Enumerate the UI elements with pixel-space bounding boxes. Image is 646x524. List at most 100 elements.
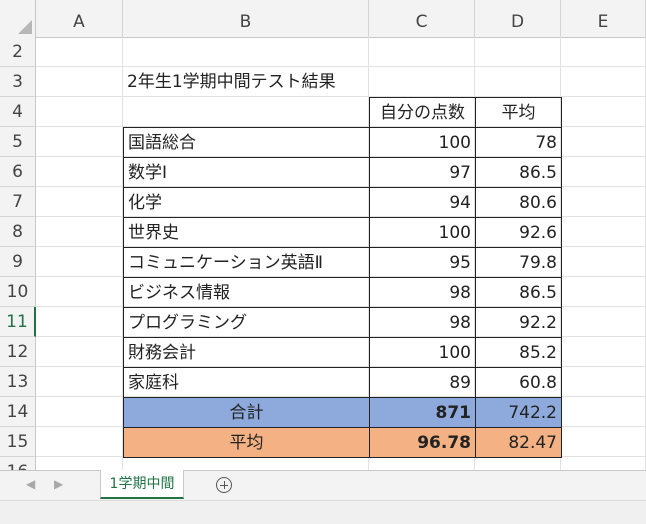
empty-cell[interactable] — [36, 397, 123, 427]
row-header-10[interactable]: 10 — [0, 277, 36, 307]
subject-name-cell[interactable]: ビジネス情報 — [123, 277, 370, 308]
empty-cell[interactable] — [561, 337, 646, 367]
subject-score-cell[interactable]: 94 — [369, 187, 476, 218]
prev-sheet-icon[interactable]: ◀ — [26, 477, 35, 491]
subject-avg-cell[interactable]: 80.6 — [475, 187, 562, 218]
empty-cell[interactable] — [36, 157, 123, 187]
row-header-11[interactable]: 11 — [0, 307, 36, 337]
empty-cell[interactable] — [475, 457, 561, 470]
subject-avg-cell[interactable]: 85.2 — [475, 337, 562, 368]
row-header-4[interactable]: 4 — [0, 97, 36, 127]
empty-cell[interactable] — [561, 247, 646, 277]
empty-cell[interactable] — [369, 67, 475, 97]
total-avg-cell[interactable]: 742.2 — [475, 397, 562, 428]
empty-cell[interactable] — [36, 247, 123, 277]
row-header-7[interactable]: 7 — [0, 187, 36, 217]
subject-avg-cell[interactable]: 86.5 — [475, 157, 562, 188]
empty-cell[interactable] — [36, 457, 123, 470]
subject-avg-cell[interactable]: 79.8 — [475, 247, 562, 278]
subject-name-cell[interactable]: 財務会計 — [123, 337, 370, 368]
subject-name-cell[interactable]: プログラミング — [123, 307, 370, 338]
row-header-5[interactable]: 5 — [0, 127, 36, 157]
empty-cell[interactable] — [123, 457, 369, 470]
empty-cell[interactable] — [36, 127, 123, 157]
empty-cell[interactable] — [561, 307, 646, 337]
empty-cell[interactable] — [36, 367, 123, 397]
empty-cell[interactable] — [561, 157, 646, 187]
total-score-cell[interactable]: 871 — [369, 397, 476, 428]
subject-score-cell[interactable]: 100 — [369, 217, 476, 248]
average-avg-cell[interactable]: 82.47 — [475, 427, 562, 458]
select-all-corner[interactable] — [0, 0, 36, 37]
empty-cell[interactable] — [475, 67, 561, 97]
row-header-15[interactable]: 15 — [0, 427, 36, 457]
subject-score-cell[interactable]: 89 — [369, 367, 476, 398]
header-score-cell[interactable]: 自分の点数 — [369, 97, 476, 128]
row-header-2[interactable]: 2 — [0, 37, 36, 67]
empty-cell[interactable] — [561, 187, 646, 217]
empty-cell[interactable] — [123, 37, 369, 67]
empty-cell[interactable] — [369, 457, 475, 470]
column-header-c[interactable]: C — [369, 0, 475, 37]
empty-cell[interactable] — [561, 217, 646, 247]
row-header-8[interactable]: 8 — [0, 217, 36, 247]
subject-score-cell[interactable]: 98 — [369, 277, 476, 308]
subject-name-cell[interactable]: 数学Ⅰ — [123, 157, 370, 188]
empty-cell[interactable] — [561, 427, 646, 457]
empty-cell[interactable] — [561, 397, 646, 427]
row-header-13[interactable]: 13 — [0, 367, 36, 397]
subject-name-cell[interactable]: 家庭科 — [123, 367, 370, 398]
average-score-cell[interactable]: 96.78 — [369, 427, 476, 458]
row-header-3[interactable]: 3 — [0, 67, 36, 97]
row-header-9[interactable]: 9 — [0, 247, 36, 277]
empty-cell[interactable] — [36, 37, 123, 67]
empty-cell[interactable] — [36, 187, 123, 217]
subject-score-cell[interactable]: 97 — [369, 157, 476, 188]
subject-name-cell[interactable]: 世界史 — [123, 217, 370, 248]
row-header-16[interactable]: 16 — [0, 457, 36, 470]
subject-avg-cell[interactable]: 60.8 — [475, 367, 562, 398]
total-label-cell[interactable]: 合計 — [123, 397, 370, 428]
subject-name-cell[interactable]: 国語総合 — [123, 127, 370, 158]
average-label-cell[interactable]: 平均 — [123, 427, 370, 458]
empty-cell[interactable] — [475, 37, 561, 67]
empty-cell[interactable] — [36, 67, 123, 97]
empty-cell[interactable] — [561, 457, 646, 470]
row-header-12[interactable]: 12 — [0, 337, 36, 367]
subject-avg-cell[interactable]: 78 — [475, 127, 562, 158]
title-cell[interactable]: 2年生1学期中間テスト結果 — [123, 67, 369, 97]
subject-avg-cell[interactable]: 92.2 — [475, 307, 562, 338]
header-avg-cell[interactable]: 平均 — [475, 97, 562, 128]
column-header-a[interactable]: A — [36, 0, 123, 37]
column-header-e[interactable]: E — [561, 0, 646, 37]
row-header-14[interactable]: 14 — [0, 397, 36, 427]
empty-cell[interactable] — [36, 337, 123, 367]
empty-cell[interactable] — [561, 277, 646, 307]
empty-cell[interactable] — [36, 307, 123, 337]
empty-cell[interactable] — [369, 37, 475, 67]
subject-score-cell[interactable]: 98 — [369, 307, 476, 338]
empty-cell[interactable] — [561, 97, 646, 127]
add-sheet-icon[interactable] — [216, 477, 232, 493]
subject-avg-cell[interactable]: 86.5 — [475, 277, 562, 308]
empty-cell[interactable] — [36, 427, 123, 457]
next-sheet-icon[interactable]: ▶ — [54, 477, 63, 491]
subject-score-cell[interactable]: 95 — [369, 247, 476, 278]
row-header-6[interactable]: 6 — [0, 157, 36, 187]
empty-cell[interactable] — [36, 217, 123, 247]
subject-avg-cell[interactable]: 92.6 — [475, 217, 562, 248]
empty-cell[interactable] — [561, 67, 646, 97]
empty-cell[interactable] — [36, 277, 123, 307]
empty-cell[interactable] — [561, 367, 646, 397]
column-header-d[interactable]: D — [475, 0, 561, 37]
subject-name-cell[interactable]: 化学 — [123, 187, 370, 218]
empty-cell[interactable] — [561, 127, 646, 157]
empty-cell[interactable] — [561, 37, 646, 67]
sheet-tab-active[interactable]: 1学期中間 — [100, 470, 184, 499]
subject-score-cell[interactable]: 100 — [369, 127, 476, 158]
column-header-b[interactable]: B — [123, 0, 369, 37]
subject-name-cell[interactable]: コミュニケーション英語Ⅱ — [123, 247, 370, 278]
empty-cell[interactable] — [36, 97, 123, 127]
empty-cell[interactable] — [123, 97, 369, 127]
subject-score-cell[interactable]: 100 — [369, 337, 476, 368]
